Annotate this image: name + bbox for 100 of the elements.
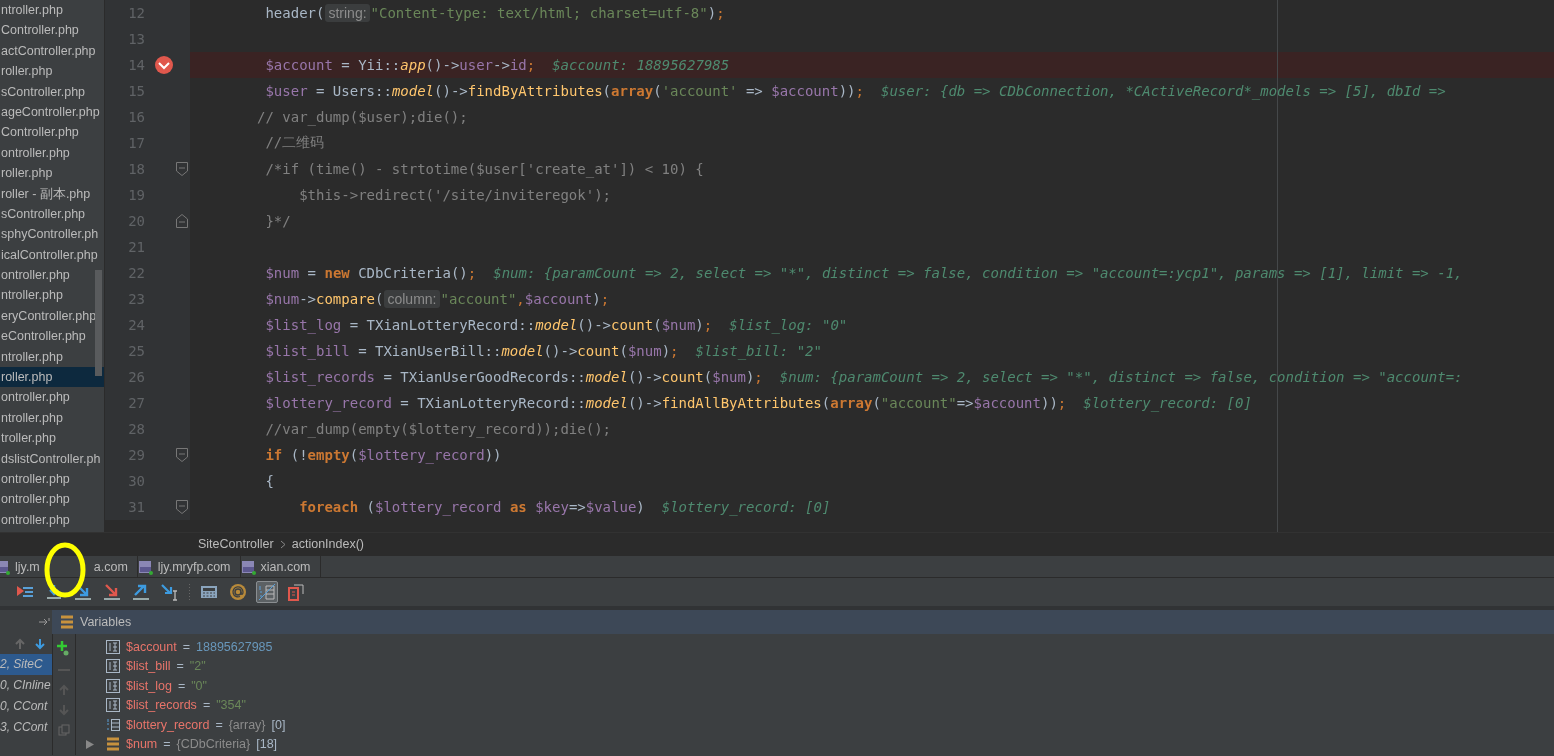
code-text: $lottery_record = TXianLotteryRecord::model()->findAllByAttributes(array("account"=>$account)); <box>264 395 1067 411</box>
code-text: $account = Yii::app()->user->id; <box>264 57 536 73</box>
file-tree-item[interactable]: Controller.php <box>0 122 104 143</box>
annotation-circle <box>44 542 86 598</box>
file-tree-item[interactable]: ntroller.php <box>0 407 104 429</box>
step-over-icon <box>45 583 63 601</box>
variable-icon <box>106 698 120 713</box>
variable-value: "0" <box>191 678 207 693</box>
file-tree-item[interactable]: ntroller.php <box>0 0 104 21</box>
fold-marker-icon[interactable] <box>176 214 188 228</box>
code-text: { <box>264 473 274 489</box>
parameter-hint: string: <box>325 4 370 22</box>
code-text: if (!empty($lottery_record)) <box>264 447 502 463</box>
breadcrumb-item[interactable]: actionIndex() <box>291 537 364 551</box>
inline-debug-value: $lottery_record: [0] <box>661 499 831 515</box>
inline-debug-value: $list_log: "0" <box>729 317 848 333</box>
inline-values-button[interactable] <box>256 581 278 603</box>
file-tree-item[interactable]: ageController.php <box>0 101 104 123</box>
copy-icon[interactable] <box>58 724 70 736</box>
file-tree-item[interactable]: ontroller.php <box>0 387 104 408</box>
file-tree-item[interactable]: roller.php <box>0 367 104 388</box>
file-tree-item[interactable]: ntroller.php <box>0 285 104 306</box>
restore-layout-button[interactable] <box>285 581 307 603</box>
code-text: $num->compare( <box>264 291 384 307</box>
file-tree-item[interactable]: eController.php <box>0 326 104 347</box>
variable-value: 18895627985 <box>196 639 273 654</box>
fold-marker-icon[interactable] <box>176 162 188 176</box>
inline-debug-value: $list_bill: "2" <box>695 343 822 359</box>
object-icon <box>106 737 120 752</box>
file-tree-item[interactable]: ontroller.php <box>0 489 104 510</box>
file-tree-item[interactable]: roller.php <box>0 163 104 184</box>
code-text: $list_bill = TXianUserBill::model()->count($num); <box>264 343 679 359</box>
file-tree-item[interactable]: ontroller.php <box>0 509 104 531</box>
code-text: //二维码 <box>264 134 325 152</box>
file-tree-item[interactable]: ntroller.php <box>0 346 104 368</box>
file-icon <box>240 558 257 575</box>
parameter-hint: column: <box>384 290 440 308</box>
fold-marker-icon[interactable] <box>176 448 188 462</box>
code-text: $user = Users::model()->findByAttributes(array('account' => $account)); <box>264 83 864 99</box>
file-tree-item[interactable]: actController.php <box>0 40 104 62</box>
at-sign-icon <box>229 583 247 601</box>
inline-debug-value: $num: {paramCount => 2, select => "*", distinct => false, condition => "account=:ycp1", params => [1], limit => -1, <box>493 265 1463 281</box>
file-tree-item[interactable]: ontroller.php <box>0 142 104 164</box>
file-tree-item[interactable]: roller - 副本.php <box>0 183 104 204</box>
code-text: //var_dump(empty($lottery_record));die(); <box>264 421 611 437</box>
inline-debug-value: $lottery_record: [0] <box>1083 395 1252 411</box>
code-text: }*/ <box>264 213 291 229</box>
variable-name: $num <box>126 737 158 752</box>
file-tree-item[interactable]: sController.php <box>0 203 104 225</box>
tab-label[interactable]: ljy.m <box>15 559 40 574</box>
fold-marker-icon[interactable] <box>176 500 188 514</box>
pin-icon[interactable] <box>38 617 52 627</box>
stack-frame[interactable]: 0, CInline <box>0 675 52 696</box>
chevron-icon <box>279 539 286 549</box>
variable-type: {array} <box>228 717 266 732</box>
variable-value: "354" <box>216 698 246 713</box>
file-tree-item[interactable]: troller.php <box>0 428 104 449</box>
tab-label[interactable]: a.com <box>93 559 128 574</box>
file-tree-item[interactable]: Controller.php <box>0 20 104 41</box>
scrollbar-thumb[interactable] <box>95 270 102 376</box>
step-out-icon <box>132 583 150 601</box>
inline-debug-value: $num: {paramCount => 2, select => "*", distinct => false, condition => "account=: <box>779 369 1463 385</box>
force-step-into-icon <box>103 583 121 601</box>
equals-sign: = <box>182 639 191 654</box>
equals-sign: = <box>202 698 211 713</box>
variable-name: $list_bill <box>126 659 171 674</box>
watch-button[interactable] <box>227 581 249 603</box>
breadcrumb-item[interactable]: SiteController <box>198 537 274 551</box>
file-tree-item[interactable]: ontroller.php <box>0 469 104 490</box>
variable-value: [0] <box>271 717 286 732</box>
file-tree-item[interactable]: sController.php <box>0 81 104 102</box>
file-icon <box>0 558 11 575</box>
file-tree-item[interactable]: eryController.php <box>0 305 104 327</box>
down-arrow-icon[interactable] <box>34 638 46 650</box>
up-arrow-icon[interactable] <box>14 638 26 650</box>
code-text: $list_records = TXianUserGoodRecords::model()->count($num); <box>264 369 763 385</box>
stack-frame[interactable]: 0, CCont <box>0 696 52 717</box>
force-step-into-button[interactable] <box>101 581 123 603</box>
stack-frame[interactable]: 2, SiteC <box>0 654 52 675</box>
file-tree-item[interactable]: icalController.php <box>0 244 104 266</box>
file-tree-item[interactable]: ontroller.php <box>0 265 104 286</box>
file-tree-item[interactable]: roller.php <box>0 61 104 82</box>
file-tree-item[interactable]: sphyController.ph <box>0 224 104 245</box>
variable-name: $lottery_record <box>126 717 210 732</box>
equals-sign: = <box>215 717 223 732</box>
stack-frame[interactable]: 3, CCont <box>0 717 52 738</box>
tab-label[interactable]: xian.com <box>260 559 311 574</box>
document-icon <box>287 583 305 601</box>
variable-icon <box>106 659 120 674</box>
tab-label[interactable]: ljy.mryfp.com <box>157 559 231 574</box>
expand-triangle-icon[interactable] <box>86 739 94 749</box>
run-to-cursor-icon <box>161 583 179 601</box>
file-tree-item[interactable]: dslistController.ph <box>0 448 104 469</box>
equals-sign: = <box>163 737 171 752</box>
code-text: /*if (time() - strtotime($user['create_at']) < 10) { <box>264 161 704 177</box>
numbered-list-icon <box>258 583 276 601</box>
breakpoint-icon[interactable] <box>154 55 174 75</box>
code-text: $this->redirect('/site/inviteregok'); <box>298 187 611 203</box>
equals-sign: = <box>177 678 186 693</box>
inline-debug-value: $user: {db => CDbConnection, *CActiveRecord*_models => [5], dbId => <box>880 83 1446 99</box>
